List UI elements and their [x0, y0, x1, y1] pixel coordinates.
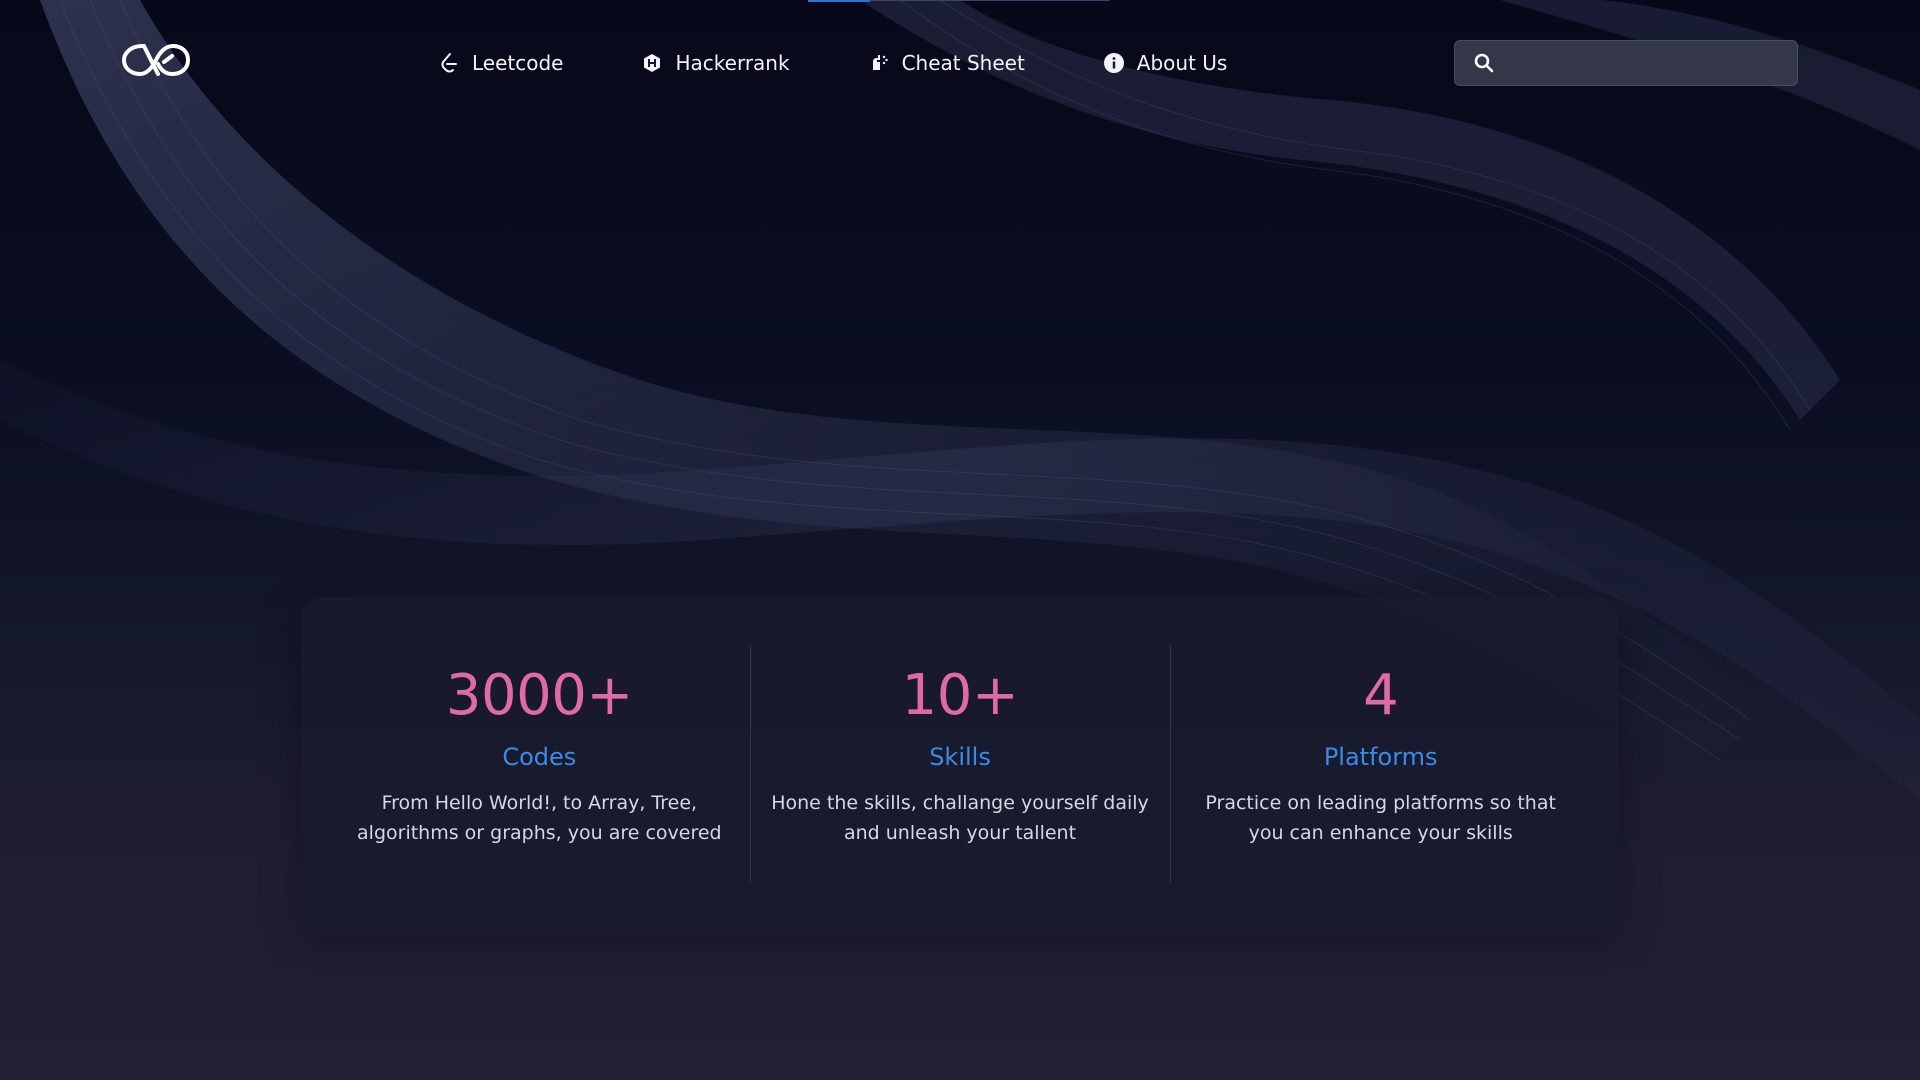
site-header: Leetcode Hackerrank Cheat Sheet About Us [0, 0, 1920, 130]
search-box [1454, 40, 1798, 86]
stat-value: 10+ [901, 663, 1019, 728]
stat-title: Skills [929, 743, 991, 771]
stats-panel: 3000+ Codes From Hello World!, to Array,… [301, 597, 1619, 935]
site-logo[interactable] [120, 38, 192, 82]
nav-item-label: Leetcode [472, 51, 564, 75]
stat-skills: 10+ Skills Hone the skills, challange yo… [749, 645, 1171, 887]
info-icon [1103, 52, 1125, 74]
cheat-sheet-icon [868, 52, 890, 74]
main-nav: Leetcode Hackerrank Cheat Sheet About Us [438, 46, 1227, 80]
infinity-logo-icon [122, 44, 190, 76]
leetcode-icon [438, 52, 460, 74]
nav-item-hackerrank[interactable]: Hackerrank [641, 46, 790, 80]
stat-description: From Hello World!, to Array, Tree, algor… [357, 792, 722, 844]
nav-item-label: Cheat Sheet [901, 51, 1025, 75]
stat-codes: 3000+ Codes From Hello World!, to Array,… [329, 645, 750, 887]
nav-item-leetcode[interactable]: Leetcode [438, 46, 563, 80]
stat-description: Hone the skills, challange yourself dail… [771, 792, 1149, 844]
hackerrank-icon [641, 52, 663, 74]
stat-value: 4 [1363, 663, 1399, 728]
search-icon [1473, 52, 1495, 74]
stat-title: Codes [502, 743, 577, 771]
search-input[interactable] [1507, 42, 1785, 84]
stat-description: Practice on leading platforms so that yo… [1205, 792, 1556, 844]
nav-item-label: Hackerrank [675, 51, 790, 75]
stat-platforms: 4 Platforms Practice on leading platform… [1170, 645, 1591, 887]
nav-item-label: About Us [1136, 51, 1228, 75]
stat-value: 3000+ [445, 663, 633, 728]
top-divider-line [870, 0, 1110, 1]
stat-title: Platforms [1323, 743, 1438, 771]
nav-item-cheat-sheet[interactable]: Cheat Sheet [868, 46, 1025, 80]
nav-item-about-us[interactable]: About Us [1103, 46, 1228, 80]
top-accent-line [808, 0, 870, 2]
